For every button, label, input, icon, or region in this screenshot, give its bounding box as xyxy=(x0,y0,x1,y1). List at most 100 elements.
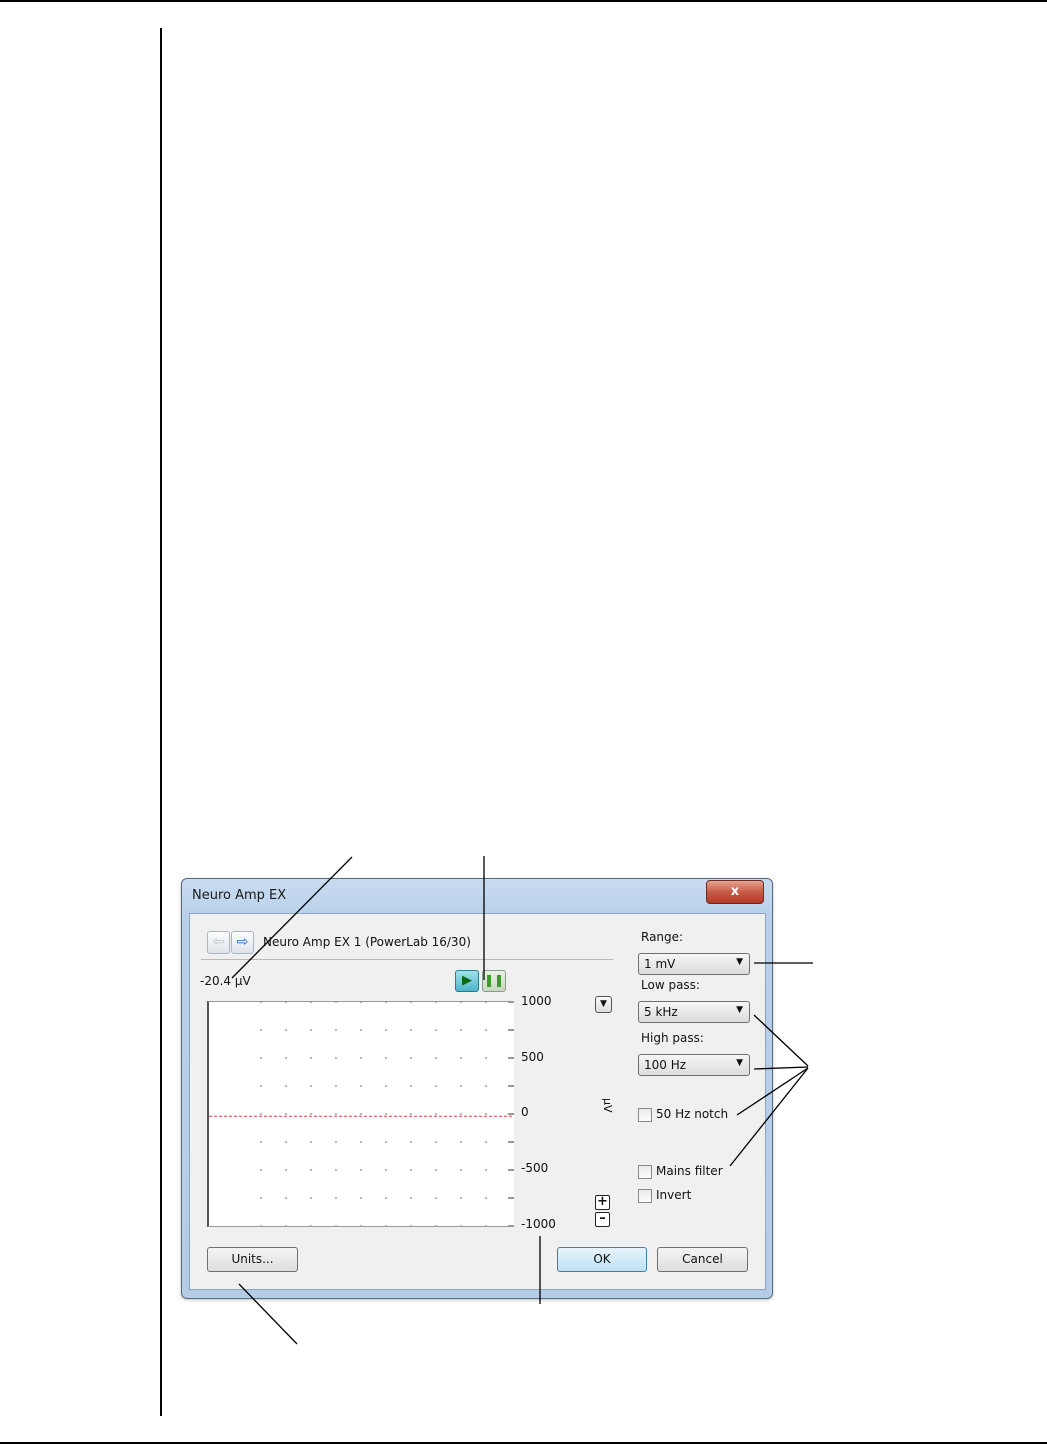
grid-dot xyxy=(285,1057,287,1059)
grid-dot xyxy=(360,1169,362,1171)
signal-readout: -20.4 µV xyxy=(200,974,251,988)
grid-dot xyxy=(460,1225,462,1226)
grid-dot xyxy=(310,1197,312,1199)
grid-dot xyxy=(360,1197,362,1199)
chevron-down-icon: ▼ xyxy=(736,957,743,967)
high-pass-select[interactable]: 100 Hz ▼ xyxy=(638,1054,750,1076)
grid-dot xyxy=(460,1002,462,1003)
zoom-in-button[interactable]: + xyxy=(595,1195,610,1210)
low-pass-select[interactable]: 5 kHz ▼ xyxy=(638,1001,750,1023)
grid-dot xyxy=(260,1197,262,1199)
grid-dot xyxy=(385,1002,387,1003)
grid-dot xyxy=(360,1002,362,1003)
grid-dot xyxy=(285,1169,287,1171)
grid-dot xyxy=(435,1002,437,1003)
header-divider xyxy=(201,959,613,960)
grid-dot xyxy=(460,1141,462,1143)
grid-dot xyxy=(260,1085,262,1087)
grid-dot xyxy=(310,1057,312,1059)
grid-dot xyxy=(260,1113,262,1115)
grid-dot xyxy=(360,1085,362,1087)
grid-dot xyxy=(335,1057,337,1059)
grid-dot xyxy=(485,1225,487,1226)
low-pass-label: Low pass: xyxy=(641,978,700,992)
grid-dot xyxy=(335,1085,337,1087)
units-button[interactable]: Units... xyxy=(207,1247,298,1272)
chevron-down-icon: ▼ xyxy=(736,1005,743,1015)
mains-filter-checkbox[interactable] xyxy=(638,1165,652,1179)
invert-label: Invert xyxy=(656,1188,692,1202)
grid-dot xyxy=(310,1225,312,1226)
grid-dot xyxy=(285,1029,287,1031)
grid-dot xyxy=(410,1225,412,1226)
grid-dot xyxy=(385,1169,387,1171)
grid-dot xyxy=(410,1169,412,1171)
grid-dot xyxy=(285,1225,287,1226)
grid-dot xyxy=(360,1225,362,1226)
range-label: Range: xyxy=(641,930,684,944)
cancel-button[interactable]: Cancel xyxy=(657,1247,748,1272)
grid-dot xyxy=(385,1085,387,1087)
grid-dot xyxy=(310,1029,312,1031)
y-tick-label: -1000 xyxy=(521,1217,556,1231)
range-select[interactable]: 1 mV ▼ xyxy=(638,953,750,975)
grid-dot xyxy=(410,1002,412,1003)
pause-button[interactable]: ❚❚ xyxy=(482,970,506,992)
units-label: µV xyxy=(601,1098,614,1113)
ok-button[interactable]: OK xyxy=(557,1247,647,1272)
plus-icon: + xyxy=(597,1194,608,1209)
grid-dot xyxy=(485,1197,487,1199)
grid-dot xyxy=(310,1113,312,1115)
grid-dot xyxy=(285,1002,287,1003)
play-button[interactable]: ▶ xyxy=(455,970,479,992)
grid-dot xyxy=(260,1057,262,1059)
chevron-down-icon: ▼ xyxy=(736,1058,743,1068)
margin-line xyxy=(160,28,162,1416)
grid-dot xyxy=(335,1029,337,1031)
grid-dot xyxy=(410,1085,412,1087)
scale-menu-button[interactable]: ▼ xyxy=(595,996,612,1013)
arrow-right-icon: ⇨ xyxy=(236,934,249,950)
grid-dot xyxy=(460,1029,462,1031)
grid-dot xyxy=(385,1141,387,1143)
grid-dot xyxy=(410,1113,412,1115)
grid-dot xyxy=(385,1029,387,1031)
pause-icon: ❚❚ xyxy=(483,973,505,987)
previous-device-button[interactable]: ⇦ xyxy=(207,931,230,954)
low-pass-value: 5 kHz xyxy=(644,1005,678,1019)
grid-dot xyxy=(335,1113,337,1115)
grid-dot xyxy=(485,1085,487,1087)
grid-dot xyxy=(310,1141,312,1143)
window-title: Neuro Amp EX xyxy=(192,888,287,903)
grid-dot xyxy=(410,1197,412,1199)
notch-checkbox[interactable] xyxy=(638,1108,652,1122)
bottom-rule xyxy=(0,1442,1047,1444)
grid-dot xyxy=(285,1197,287,1199)
dialog-body: ⇦ ⇨ Neuro Amp EX 1 (PowerLab 16/30) -20.… xyxy=(189,913,766,1290)
signal-plot-canvas xyxy=(209,1002,514,1226)
grid-dot xyxy=(485,1141,487,1143)
grid-dot xyxy=(485,1029,487,1031)
zoom-out-button[interactable]: – xyxy=(595,1212,610,1227)
title-bar[interactable]: Neuro Amp EX x xyxy=(182,879,772,913)
grid-dot xyxy=(460,1169,462,1171)
grid-dot xyxy=(435,1113,437,1115)
invert-checkbox[interactable] xyxy=(638,1189,652,1203)
close-button[interactable]: x xyxy=(706,880,764,904)
grid-dot xyxy=(485,1002,487,1003)
grid-dot xyxy=(460,1113,462,1115)
close-icon: x xyxy=(730,884,740,899)
grid-dot xyxy=(360,1029,362,1031)
grid-dot xyxy=(260,1029,262,1031)
grid-dot xyxy=(460,1057,462,1059)
grid-dot xyxy=(360,1141,362,1143)
notch-label: 50 Hz notch xyxy=(656,1107,729,1121)
grid-dot xyxy=(335,1169,337,1171)
grid-dot xyxy=(435,1141,437,1143)
next-device-button[interactable]: ⇨ xyxy=(231,931,254,954)
grid-dot xyxy=(435,1029,437,1031)
grid-dot xyxy=(260,1225,262,1226)
high-pass-value: 100 Hz xyxy=(644,1058,687,1072)
grid-dot xyxy=(485,1057,487,1059)
grid-dot xyxy=(310,1169,312,1171)
